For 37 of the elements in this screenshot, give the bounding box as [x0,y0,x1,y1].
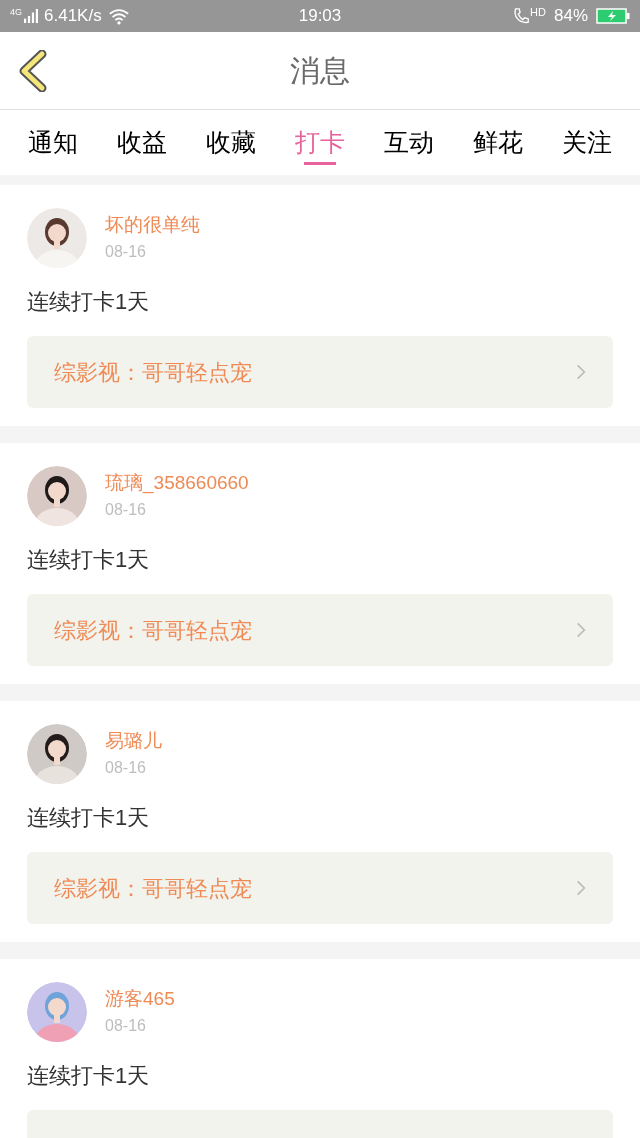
tab[interactable]: 收益 [116,110,167,175]
battery-percent: 84% [553,5,588,28]
tab[interactable]: 打卡 [295,110,345,175]
chevron-right-icon [576,879,586,897]
book-link[interactable]: 综影视：哥哥轻点宠 [27,594,613,666]
network-label: 4G [10,8,22,18]
message-text: 连续打卡1天 [27,804,151,832]
message-date: 08-16 [105,500,147,520]
back-icon [18,49,48,92]
network-speed: 6.41K/s [44,5,102,28]
tab[interactable]: 通知 [27,110,78,175]
user-name[interactable]: 坏的很单纯 [105,211,200,239]
user-name[interactable]: 易璐儿 [105,727,162,755]
message-text: 连续打卡1天 [27,288,151,316]
message-date: 08-16 [105,758,147,778]
chevron-right-icon [576,363,586,381]
tab[interactable]: 互动 [384,110,435,175]
wifi-icon [107,7,130,25]
clock: 19:03 [297,5,343,28]
user-name[interactable]: 琉璃_358660660 [105,469,249,497]
message-text: 连续打卡1天 [27,1062,151,1090]
tab[interactable]: 关注 [562,110,613,175]
tab[interactable]: 鲜花 [473,110,524,175]
hd-label: HD [530,7,546,18]
book-link[interactable]: 综影视：哥哥轻点宠 [27,336,613,408]
battery-icon [596,8,630,24]
page-title: 消息 [290,53,350,89]
message-text: 连续打卡1天 [27,546,151,574]
signal-icon [24,8,38,24]
tab[interactable]: 收藏 [205,110,256,175]
book-link[interactable]: 综影视：哥哥轻点宠 [27,852,613,924]
chevron-right-icon [576,621,586,639]
message-date: 08-16 [105,242,147,262]
phone-icon [512,7,531,25]
user-name[interactable]: 游客465 [105,985,175,1013]
message-date: 08-16 [105,1016,147,1036]
back-button[interactable] [18,49,48,92]
